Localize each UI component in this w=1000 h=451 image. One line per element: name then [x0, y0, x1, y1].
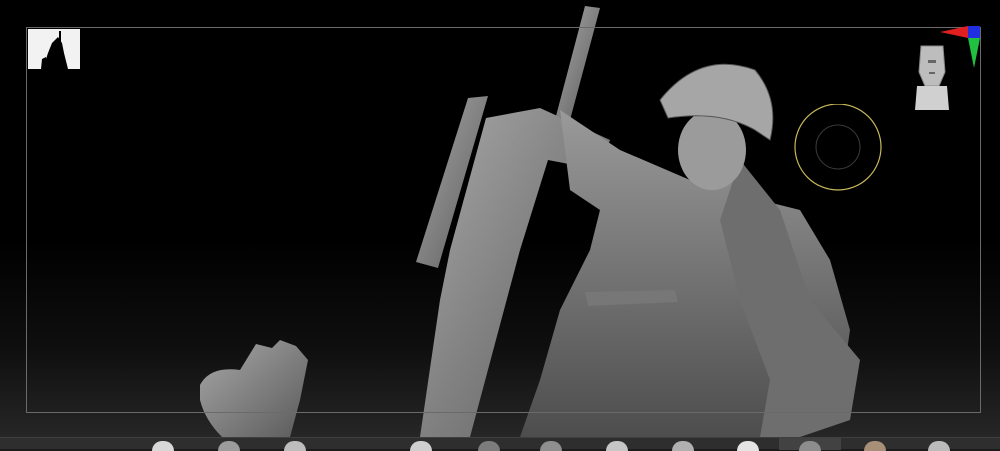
- brush-star-icon[interactable]: [928, 441, 950, 451]
- brush-skin-icon[interactable]: [864, 441, 886, 451]
- brush-sphere-icon[interactable]: [152, 441, 174, 451]
- brush-dam-icon[interactable]: [478, 441, 500, 451]
- brush-clay-icon[interactable]: [218, 441, 240, 451]
- head-navigation-widget-icon[interactable]: [915, 42, 949, 110]
- brush-standard-icon[interactable]: [410, 441, 432, 451]
- document-canvas[interactable]: [0, 0, 1000, 437]
- bottom-brush-shelf: [0, 437, 1000, 451]
- brush-draw-size-ring-icon: [794, 104, 882, 191]
- canvas-frame: [26, 27, 981, 413]
- brush-inflate-icon[interactable]: [606, 441, 628, 451]
- brush-smooth-icon[interactable]: [737, 441, 759, 451]
- brush-trim-icon[interactable]: [540, 441, 562, 451]
- scene-silhouette-thumbnail-icon: [41, 31, 68, 69]
- brush-move-icon[interactable]: [284, 441, 306, 451]
- thumbnail-preview[interactable]: [28, 29, 80, 69]
- brush-pinch-icon[interactable]: [672, 441, 694, 451]
